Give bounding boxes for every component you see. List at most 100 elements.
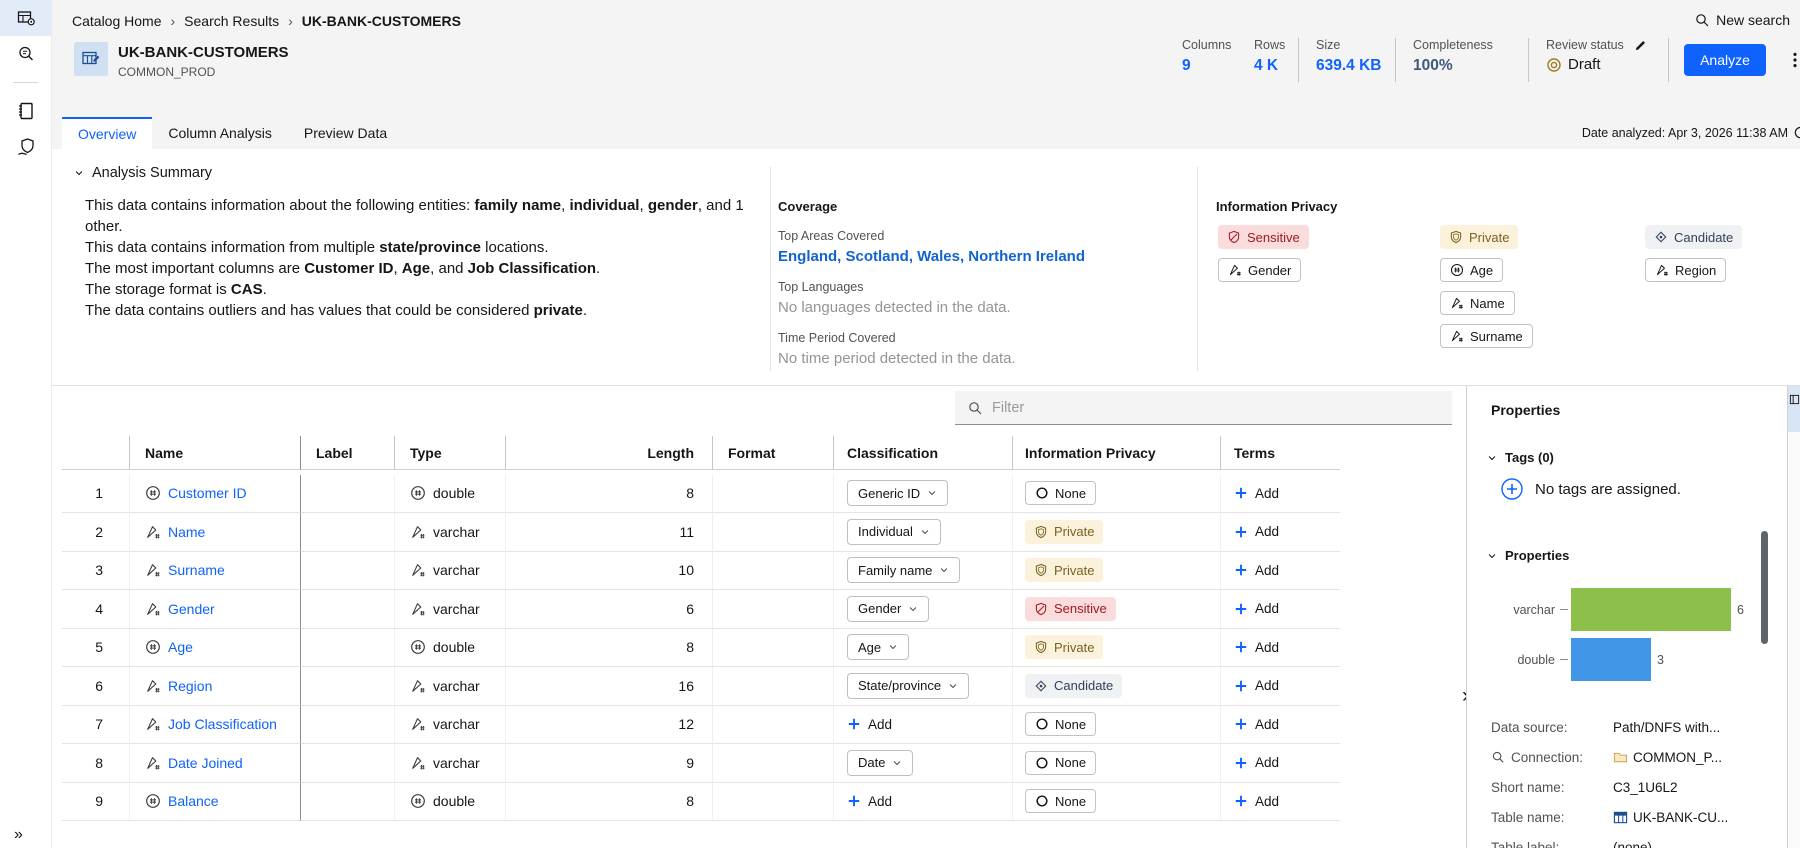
- column-name-link[interactable]: Name: [168, 524, 205, 540]
- refresh-icon[interactable]: [1793, 125, 1800, 140]
- add-tag-button[interactable]: [1501, 478, 1523, 500]
- privacy-chip-sensitive[interactable]: Sensitive: [1025, 596, 1116, 621]
- row-number: 3: [62, 552, 129, 590]
- analyze-button[interactable]: Analyze: [1684, 44, 1766, 76]
- number-type-icon: [410, 793, 426, 809]
- terms-add-button[interactable]: Add: [1234, 640, 1279, 655]
- column-name-link[interactable]: Date Joined: [168, 755, 243, 771]
- terms-add-button[interactable]: Add: [1234, 678, 1279, 693]
- table-header-label[interactable]: Label: [300, 436, 394, 470]
- format-cell: [712, 705, 833, 744]
- table-header-information-privacy[interactable]: Information Privacy: [1012, 436, 1220, 470]
- table-header-classification[interactable]: Classification: [833, 436, 1012, 470]
- classification-dropdown[interactable]: Generic ID: [847, 480, 949, 507]
- classification-dropdown[interactable]: Date: [847, 749, 914, 776]
- table-header-name[interactable]: Name: [129, 436, 300, 470]
- column-name-link[interactable]: Region: [168, 678, 212, 694]
- circle-icon: [1035, 486, 1049, 500]
- filter-input[interactable]: Filter: [955, 391, 1452, 425]
- privacy-cell: None: [1012, 782, 1220, 821]
- properties-section-header[interactable]: Properties: [1487, 548, 1569, 563]
- classification-dropdown[interactable]: Family name: [847, 557, 961, 584]
- circle-icon: [1035, 717, 1049, 731]
- breadcrumb-catalog-home[interactable]: Catalog Home: [72, 13, 162, 29]
- string-type-icon: [410, 562, 426, 578]
- chart-bar[interactable]: [1571, 638, 1651, 681]
- column-name-cell: Customer ID: [129, 474, 300, 513]
- column-name-link[interactable]: Gender: [168, 601, 215, 617]
- column-name-link[interactable]: Job Classification: [168, 716, 277, 732]
- table-header-terms[interactable]: Terms: [1220, 436, 1340, 470]
- string-type-icon: [410, 678, 426, 694]
- classification-dropdown[interactable]: Age: [847, 634, 910, 661]
- terms-add-button[interactable]: Add: [1234, 717, 1279, 732]
- chart-bar[interactable]: [1571, 588, 1731, 631]
- classification-dropdown[interactable]: Gender: [847, 595, 930, 622]
- table-header-format[interactable]: Format: [712, 436, 833, 470]
- terms-cell: Add: [1220, 744, 1340, 783]
- nav-item-governance[interactable]: [0, 129, 52, 165]
- classification-add-button[interactable]: Add: [847, 794, 892, 809]
- columns-table: Name Label Type Length Format Classification I…: [62, 436, 1340, 821]
- expand-nav-button[interactable]: »: [14, 826, 23, 844]
- terms-add-button[interactable]: Add: [1234, 755, 1279, 770]
- classification-cell: Individual: [833, 513, 1012, 552]
- privacy-column: Sensitive Gender: [1218, 225, 1335, 282]
- edit-pencil-icon[interactable]: [1634, 39, 1647, 52]
- column-name-link[interactable]: Customer ID: [168, 485, 247, 501]
- time-period-value: No time period detected in the data.: [778, 350, 1016, 367]
- terms-add-button[interactable]: Add: [1234, 563, 1279, 578]
- privacy-chip-none[interactable]: None: [1025, 712, 1097, 737]
- side-panel-toggle[interactable]: [1788, 386, 1800, 432]
- classification-dropdown[interactable]: State/province: [847, 672, 970, 699]
- tab-overview[interactable]: Overview: [62, 117, 153, 149]
- row-number: 5: [62, 629, 129, 667]
- terms-add-button[interactable]: Add: [1234, 486, 1279, 501]
- summary-line: This data contains information about the…: [85, 197, 744, 235]
- table-header-length[interactable]: Length: [505, 436, 712, 470]
- breadcrumb-separator: ›: [170, 13, 176, 29]
- coverage-title: Coverage: [778, 199, 838, 214]
- classification-cell: Family name: [833, 551, 1012, 590]
- tab-preview-data[interactable]: Preview Data: [288, 117, 403, 149]
- terms-add-button[interactable]: Add: [1234, 601, 1279, 616]
- summary-line: The most important columns are Customer …: [85, 260, 601, 277]
- privacy-chip-none[interactable]: None: [1025, 750, 1097, 775]
- chevron-down-icon: [939, 565, 949, 575]
- new-search-button[interactable]: New search: [1694, 12, 1790, 28]
- terms-add-button[interactable]: Add: [1234, 794, 1279, 809]
- tags-section-label: Tags (0): [1505, 450, 1554, 465]
- privacy-chip-private[interactable]: Private: [1025, 558, 1104, 583]
- panel-scrollbar[interactable]: [1761, 531, 1768, 644]
- privacy-chip-surname: Surname: [1440, 324, 1533, 348]
- classification-add-button[interactable]: Add: [847, 717, 892, 732]
- column-name-link[interactable]: Surname: [168, 562, 225, 578]
- privacy-chip-private[interactable]: Private: [1025, 635, 1104, 660]
- breadcrumb-search-results[interactable]: Search Results: [184, 13, 279, 29]
- tags-section-header[interactable]: Tags (0): [1487, 450, 1554, 465]
- tab-column-analysis[interactable]: Column Analysis: [152, 117, 288, 149]
- classification-cell: Gender: [833, 590, 1012, 629]
- classification-dropdown[interactable]: Individual: [847, 518, 941, 545]
- privacy-chip-candidate[interactable]: Candidate: [1025, 673, 1123, 698]
- nav-item-notebook[interactable]: [0, 93, 52, 129]
- table-header-type[interactable]: Type: [394, 436, 505, 470]
- type-cell: varchar: [394, 744, 505, 783]
- privacy-chip-private[interactable]: Private: [1025, 519, 1104, 544]
- analyze-wrap: Analyze: [1669, 38, 1766, 82]
- chevron-down-icon: [927, 488, 937, 498]
- privacy-chip-none[interactable]: None: [1025, 481, 1097, 506]
- nav-item-metadata-search[interactable]: [0, 36, 52, 72]
- classification-cell: Add: [833, 705, 1012, 744]
- string-type-icon: [145, 601, 161, 617]
- summary-line: The storage format is CAS.: [85, 281, 267, 298]
- nav-item-catalog[interactable]: [0, 0, 52, 36]
- terms-add-button[interactable]: Add: [1234, 524, 1279, 539]
- column-name-link[interactable]: Balance: [168, 793, 219, 809]
- privacy-chip-none[interactable]: None: [1025, 789, 1097, 814]
- analysis-summary-header[interactable]: Analysis Summary: [74, 165, 212, 181]
- table-icon: [1613, 810, 1628, 825]
- overflow-menu-icon[interactable]: [1786, 38, 1800, 82]
- column-name-link[interactable]: Age: [168, 639, 193, 655]
- top-areas-value[interactable]: England, Scotland, Wales, Northern Irela…: [778, 248, 1178, 265]
